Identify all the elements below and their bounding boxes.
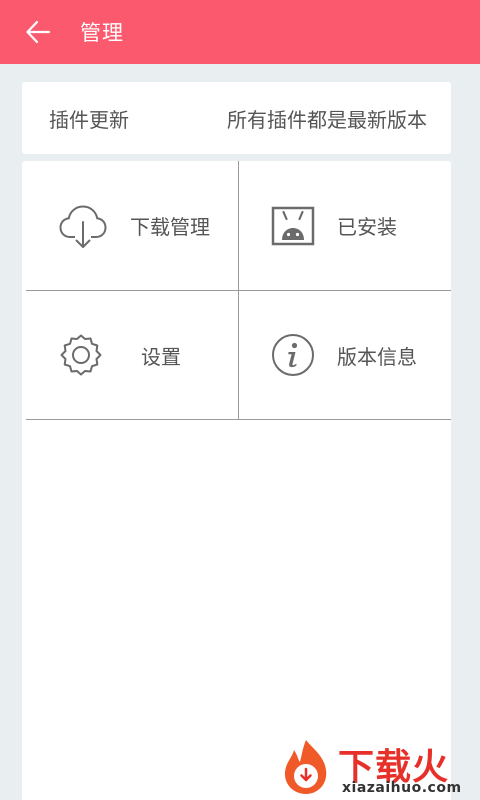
plugin-update-status: 所有插件都是最新版本: [227, 107, 427, 132]
grid-item-label: 设置: [141, 344, 181, 369]
gear-icon: [60, 334, 102, 376]
plugin-update-row[interactable]: 插件更新 所有插件都是最新版本: [22, 82, 451, 154]
plugin-update-label: 插件更新: [49, 107, 129, 132]
flame-logo-icon: [284, 740, 327, 794]
grid-item-label: 版本信息: [337, 344, 417, 369]
back-button[interactable]: [0, 0, 78, 64]
grid-item-installed[interactable]: 已安装: [239, 161, 451, 290]
info-icon: [272, 334, 314, 376]
page-title: 管理: [80, 21, 124, 45]
android-box-icon: [271, 206, 315, 245]
watermark: 下载火 xiazaihuo.com: [270, 736, 480, 800]
arrow-left-icon: [26, 20, 51, 44]
grid-item-label: 下载管理: [130, 215, 210, 239]
grid-divider-bottom: [26, 419, 451, 420]
app-bar: 管理: [0, 0, 480, 64]
cloud-download-icon: [59, 204, 107, 248]
grid-item-version-info[interactable]: 版本信息: [239, 291, 451, 419]
watermark-url: xiazaihuo.com: [342, 780, 462, 796]
grid-item-settings[interactable]: 设置: [22, 291, 238, 419]
grid-item-label: 已安装: [337, 215, 397, 239]
management-grid: 下载管理 已安装 设置 版本信息: [22, 161, 451, 800]
grid-item-download-manager[interactable]: 下载管理: [22, 161, 238, 290]
